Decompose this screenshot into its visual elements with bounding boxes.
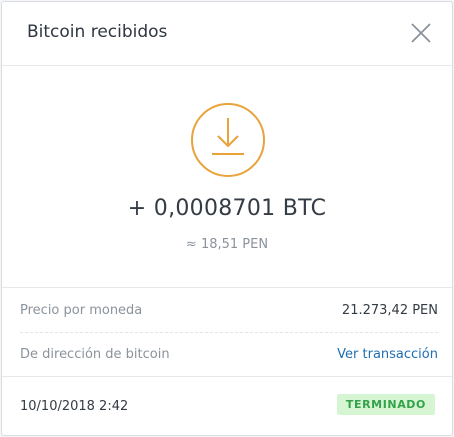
- price-value: 21.273,42 PEN: [341, 303, 438, 318]
- amount-section: + 0,0008701 BTC ≈ 18,51 PEN: [2, 66, 452, 288]
- view-transaction-link[interactable]: Ver transacción: [337, 347, 438, 362]
- price-label: Precio por moneda: [20, 303, 143, 318]
- address-row: De dirección de bitcoin Ver transacción: [20, 333, 438, 377]
- price-row: Precio por moneda 21.273,42 PEN: [20, 289, 438, 333]
- transaction-dialog: Bitcoin recibidos + 0,0008701 BTC ≈ 18,5…: [1, 1, 453, 436]
- dialog-header: Bitcoin recibidos: [2, 2, 452, 66]
- status-badge: TERMINADO: [336, 394, 435, 415]
- close-button[interactable]: [410, 22, 432, 44]
- download-icon: [191, 103, 265, 177]
- close-icon: [411, 23, 431, 43]
- btc-amount: + 0,0008701 BTC: [127, 196, 327, 221]
- fiat-amount: ≈ 18,51 PEN: [185, 237, 269, 252]
- dialog-title: Bitcoin recibidos: [27, 22, 168, 42]
- address-label: De dirección de bitcoin: [20, 347, 170, 362]
- dialog-footer: 10/10/2018 2:42 TERMINADO: [2, 376, 452, 437]
- transaction-date: 10/10/2018 2:42: [20, 399, 129, 414]
